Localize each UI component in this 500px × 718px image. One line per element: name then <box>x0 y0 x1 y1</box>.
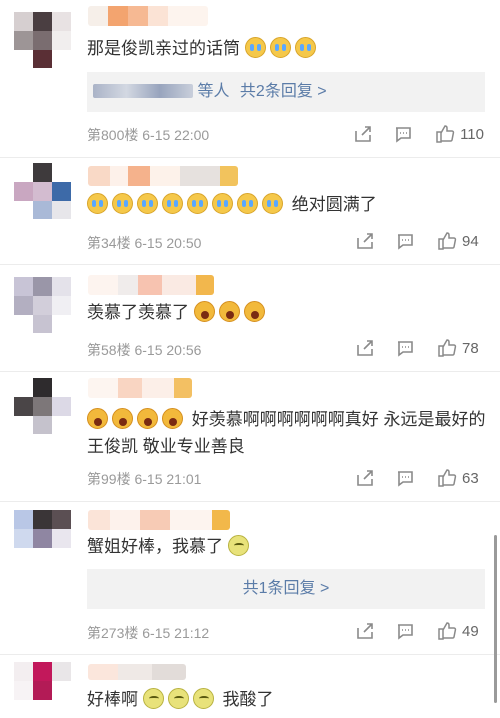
like-button[interactable]: 49 <box>437 621 484 641</box>
divider <box>0 264 500 265</box>
comment-icon[interactable] <box>395 338 415 358</box>
scrollbar[interactable] <box>494 535 497 703</box>
thumbs-up-icon <box>437 338 457 358</box>
like-button[interactable]: 94 <box>437 231 484 251</box>
crying-emoji-icon <box>212 193 233 214</box>
thumbs-up-icon <box>437 468 457 488</box>
sour-emoji-icon <box>167 688 189 709</box>
shouting-emoji-icon <box>112 408 133 429</box>
username[interactable] <box>88 378 192 398</box>
share-icon[interactable] <box>353 124 373 144</box>
like-count: 63 <box>462 469 479 487</box>
like-count: 110 <box>460 125 484 143</box>
sour-emoji-icon <box>227 535 249 556</box>
comment-meta: 第58楼 6-15 20:56 <box>87 342 202 358</box>
thumbs-up-icon <box>437 621 457 641</box>
crying-emoji-icon <box>262 193 283 214</box>
crying-emoji-icon <box>112 193 133 214</box>
shouting-emoji-icon <box>218 301 240 322</box>
comment-text: 羡慕了羡慕了 <box>87 299 486 326</box>
sour-emoji-icon <box>142 688 164 709</box>
crying-emoji-icon <box>162 193 183 214</box>
crying-emoji-icon <box>187 193 208 214</box>
comment-meta: 第99楼 6-15 21:01 <box>87 471 202 487</box>
comment-icon[interactable] <box>395 621 415 641</box>
comment-text: 绝对圆满了 <box>87 191 486 218</box>
shouting-emoji-icon <box>137 408 158 429</box>
replies-count[interactable]: 共2条回复 > <box>240 83 327 100</box>
like-button[interactable]: 110 <box>435 124 484 144</box>
thumbs-up-icon <box>437 231 457 251</box>
comment-text: 好羡慕啊啊啊啊啊啊真好 永远是最好的王俊凯 敬业专业善良 <box>87 408 486 456</box>
crying-emoji-icon <box>269 37 291 58</box>
divider <box>0 157 500 158</box>
username[interactable] <box>88 6 208 26</box>
thumbs-up-icon <box>435 124 455 144</box>
divider <box>0 654 500 655</box>
comment-text: 好棒啊 我酸了 <box>87 688 274 709</box>
like-button[interactable]: 78 <box>437 338 484 358</box>
username[interactable] <box>88 664 186 680</box>
username[interactable] <box>88 166 238 186</box>
crying-emoji-icon <box>244 37 266 58</box>
like-count: 78 <box>462 339 479 357</box>
comment-icon[interactable] <box>395 231 415 251</box>
shouting-emoji-icon <box>243 301 265 322</box>
divider <box>0 501 500 502</box>
reply-users <box>93 84 193 98</box>
avatar[interactable] <box>14 662 72 718</box>
avatar[interactable] <box>14 12 72 68</box>
comment-actions: 49 <box>335 619 484 643</box>
avatar[interactable] <box>14 277 72 333</box>
username[interactable] <box>88 275 214 295</box>
comment-icon[interactable] <box>393 124 413 144</box>
comment-text: 蟹姐好棒，我慕了 <box>87 533 486 560</box>
like-count: 49 <box>462 622 479 640</box>
comment-meta: 第34楼 6-15 20:50 <box>87 235 202 251</box>
username[interactable] <box>88 510 230 530</box>
avatar[interactable] <box>14 163 72 219</box>
like-count: 94 <box>462 232 479 250</box>
replies-link[interactable]: 等人 共2条回复 > <box>87 72 485 112</box>
divider <box>0 371 500 372</box>
comment-actions: 63 <box>335 466 484 490</box>
comment-text: 那是俊凯亲过的话筒 <box>87 35 486 62</box>
comment-actions: 94 <box>335 229 484 253</box>
comment-meta: 第273楼 6-15 21:12 <box>87 625 210 641</box>
crying-emoji-icon <box>137 193 158 214</box>
comment-actions: 110 <box>333 122 484 146</box>
comment-icon[interactable] <box>395 468 415 488</box>
comment-actions: 78 <box>335 336 484 360</box>
share-icon[interactable] <box>355 468 375 488</box>
comment-meta: 第800楼 6-15 22:00 <box>87 127 210 143</box>
shouting-emoji-icon <box>162 408 183 429</box>
share-icon[interactable] <box>355 338 375 358</box>
replies-link[interactable]: 共1条回复 > <box>87 569 485 609</box>
like-button[interactable]: 63 <box>437 468 484 488</box>
share-icon[interactable] <box>355 621 375 641</box>
replies-count[interactable]: 共1条回复 > <box>243 580 330 597</box>
sour-emoji-icon <box>192 688 214 709</box>
shouting-emoji-icon <box>193 301 215 322</box>
shouting-emoji-icon <box>87 408 108 429</box>
crying-emoji-icon <box>87 193 108 214</box>
crying-emoji-icon <box>294 37 316 58</box>
crying-emoji-icon <box>237 193 258 214</box>
avatar[interactable] <box>14 510 72 566</box>
share-icon[interactable] <box>355 231 375 251</box>
avatar[interactable] <box>14 378 72 434</box>
